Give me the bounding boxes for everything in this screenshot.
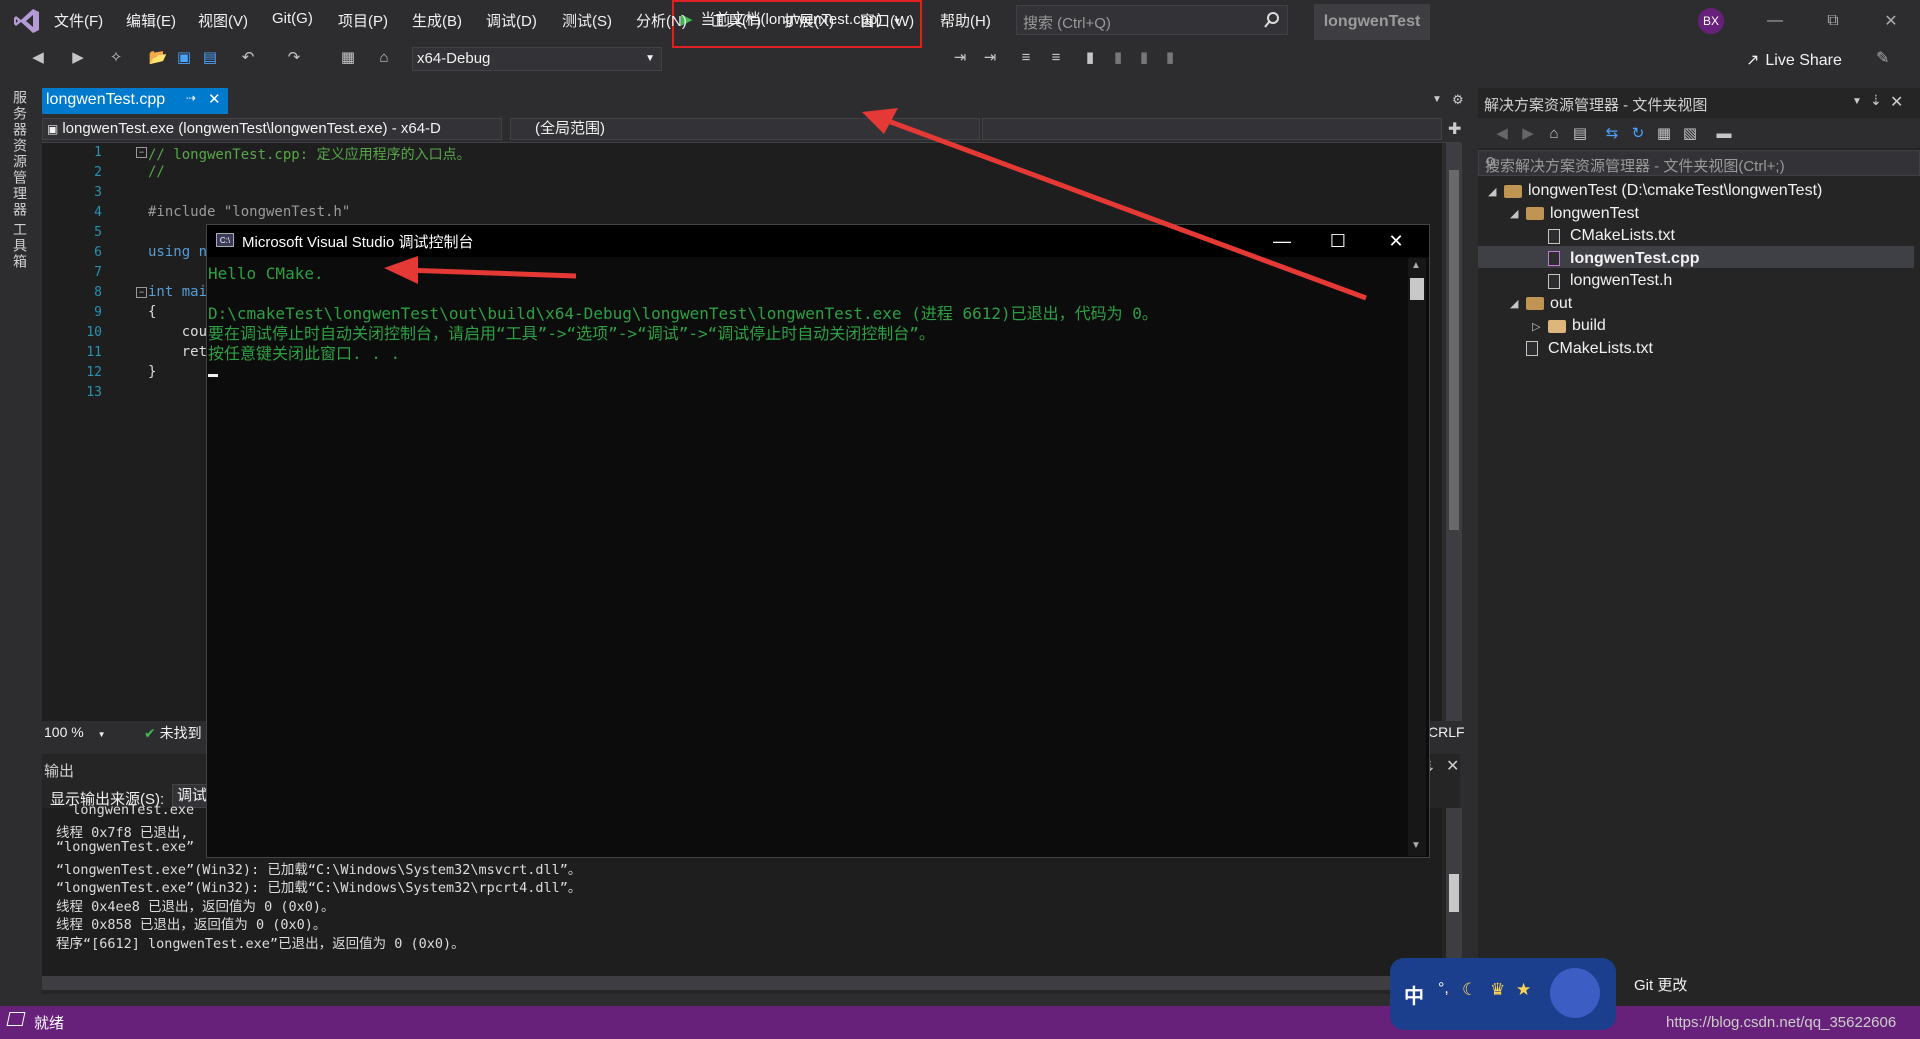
annotation-arrowhead (384, 256, 418, 284)
tree-item-label: longwenTest (D:\cmakeTest\longwenTest) (1528, 182, 1823, 199)
ime-punctuation-icon[interactable]: °, (1438, 980, 1449, 998)
console-line: Hello CMake. (208, 264, 324, 283)
menu-item[interactable]: 窗口(W) (860, 10, 914, 31)
console-line: 按任意键关闭此窗口. . . (208, 344, 401, 363)
tree-item-label: longwenTest.cpp (1570, 249, 1700, 267)
tree-item[interactable]: longwenTest.h (1532, 270, 1672, 292)
file-icon (1526, 341, 1538, 356)
ime-moon-icon[interactable]: ☾ (1462, 980, 1477, 1000)
tree-item[interactable]: CMakeLists.txt (1510, 338, 1653, 360)
menu-item[interactable]: 调试(D) (486, 10, 537, 31)
ime-toolbar[interactable]: 中 °, ☾ ♛ ★ (1390, 958, 1616, 1030)
tree-item[interactable]: ◢ longwenTest (1510, 203, 1639, 225)
menu-item[interactable]: 扩展(X) (784, 10, 834, 31)
folder-icon (1548, 319, 1566, 333)
menu-item[interactable]: Git(G) (272, 10, 313, 27)
expand-toggle-icon[interactable]: ◢ (1510, 297, 1526, 310)
folder-icon (1526, 207, 1544, 220)
annotation-arrow-line (879, 115, 1367, 301)
tree-item-label: longwenTest (1550, 204, 1639, 222)
ime-decoration (1550, 968, 1600, 1018)
folder-icon (1526, 297, 1544, 310)
tree-item-label: longwenTest.h (1570, 272, 1673, 289)
tree-item-label: build (1572, 317, 1606, 334)
tree-item[interactable]: longwenTest.cpp (1532, 248, 1699, 270)
tree-item[interactable]: CMakeLists.txt (1532, 225, 1675, 247)
file-icon (1548, 251, 1560, 266)
menu-item[interactable]: 文件(F) (54, 10, 103, 31)
tree-item[interactable]: ◢ longwenTest (D:\cmakeTest\longwenTest) (1488, 180, 1822, 202)
ime-star-icon[interactable]: ★ (1516, 980, 1531, 1000)
tree-item-label: CMakeLists.txt (1548, 339, 1653, 357)
menu-item[interactable]: 分析(N) (636, 10, 687, 31)
menu-item[interactable]: 生成(B) (412, 10, 462, 31)
tree-item-label: CMakeLists.txt (1570, 227, 1675, 244)
expand-toggle-icon[interactable]: ▷ (1532, 320, 1548, 333)
menu-item[interactable]: 视图(V) (198, 10, 248, 31)
annotation-arrow-line (403, 267, 577, 279)
menu-item[interactable]: 编辑(E) (126, 10, 176, 31)
tree-item[interactable]: ▷ build (1532, 315, 1606, 337)
file-icon (1548, 273, 1560, 289)
menu-item[interactable]: 项目(P) (338, 10, 388, 31)
folder-icon (1504, 184, 1522, 198)
menu-item[interactable]: 测试(S) (562, 10, 612, 31)
menu-item[interactable]: 工具(T) (712, 10, 761, 31)
ime-mode[interactable]: 中 (1404, 980, 1424, 1009)
ime-skin-icon[interactable]: ♛ (1490, 980, 1505, 1000)
menu-item[interactable]: 帮助(H) (940, 10, 991, 31)
tree-item-label: out (1550, 294, 1573, 312)
expand-toggle-icon[interactable]: ◢ (1488, 185, 1504, 198)
tree-item[interactable]: ◢ out (1510, 293, 1572, 315)
file-icon (1548, 228, 1560, 244)
annotation-arrows (384, 108, 1367, 301)
expand-toggle-icon[interactable]: ◢ (1510, 207, 1526, 220)
